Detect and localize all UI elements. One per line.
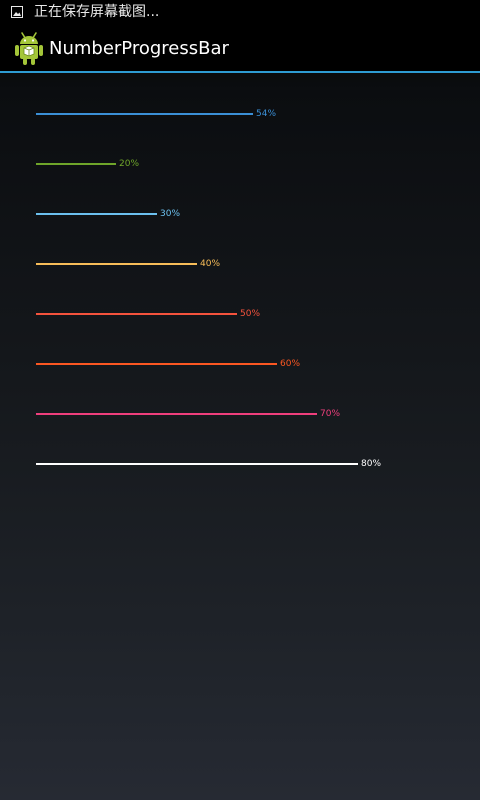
progress-bar-fill [36, 363, 277, 365]
progress-label: 60% [280, 359, 301, 369]
number-progress-bar: 50% [36, 307, 446, 321]
progress-label: 70% [320, 409, 341, 419]
number-progress-bar: 20% [36, 157, 446, 171]
progress-label: 80% [361, 459, 382, 469]
progress-bar-fill [36, 263, 197, 265]
progress-bar-fill [36, 113, 253, 115]
number-progress-bar: 40% [36, 257, 446, 271]
notification-text: 正在保存屏幕截图... [34, 4, 160, 20]
action-bar: NumberProgressBar [0, 25, 480, 73]
progress-label: 40% [200, 259, 221, 269]
progress-bar-fill [36, 313, 237, 315]
progress-label: 50% [240, 309, 261, 319]
progress-list: 54% 20% 30% 40% 50% 60% 70% 80% [0, 73, 480, 800]
progress-bar-fill [36, 413, 317, 415]
number-progress-bar: 70% [36, 407, 446, 421]
progress-bar-fill [36, 463, 358, 465]
progress-label: 20% [119, 159, 140, 169]
progress-bar-fill [36, 163, 116, 165]
app-title: NumberProgressBar [49, 38, 229, 59]
number-progress-bar: 54% [36, 107, 446, 121]
progress-bar-fill [36, 213, 157, 215]
number-progress-bar: 80% [36, 457, 446, 471]
progress-label: 54% [256, 109, 277, 119]
number-progress-bar: 60% [36, 357, 446, 371]
status-bar: 正在保存屏幕截图... [0, 0, 480, 25]
number-progress-bar: 30% [36, 207, 446, 221]
image-icon [11, 6, 23, 18]
progress-label: 30% [160, 209, 181, 219]
android-robot-icon[interactable] [13, 30, 45, 66]
